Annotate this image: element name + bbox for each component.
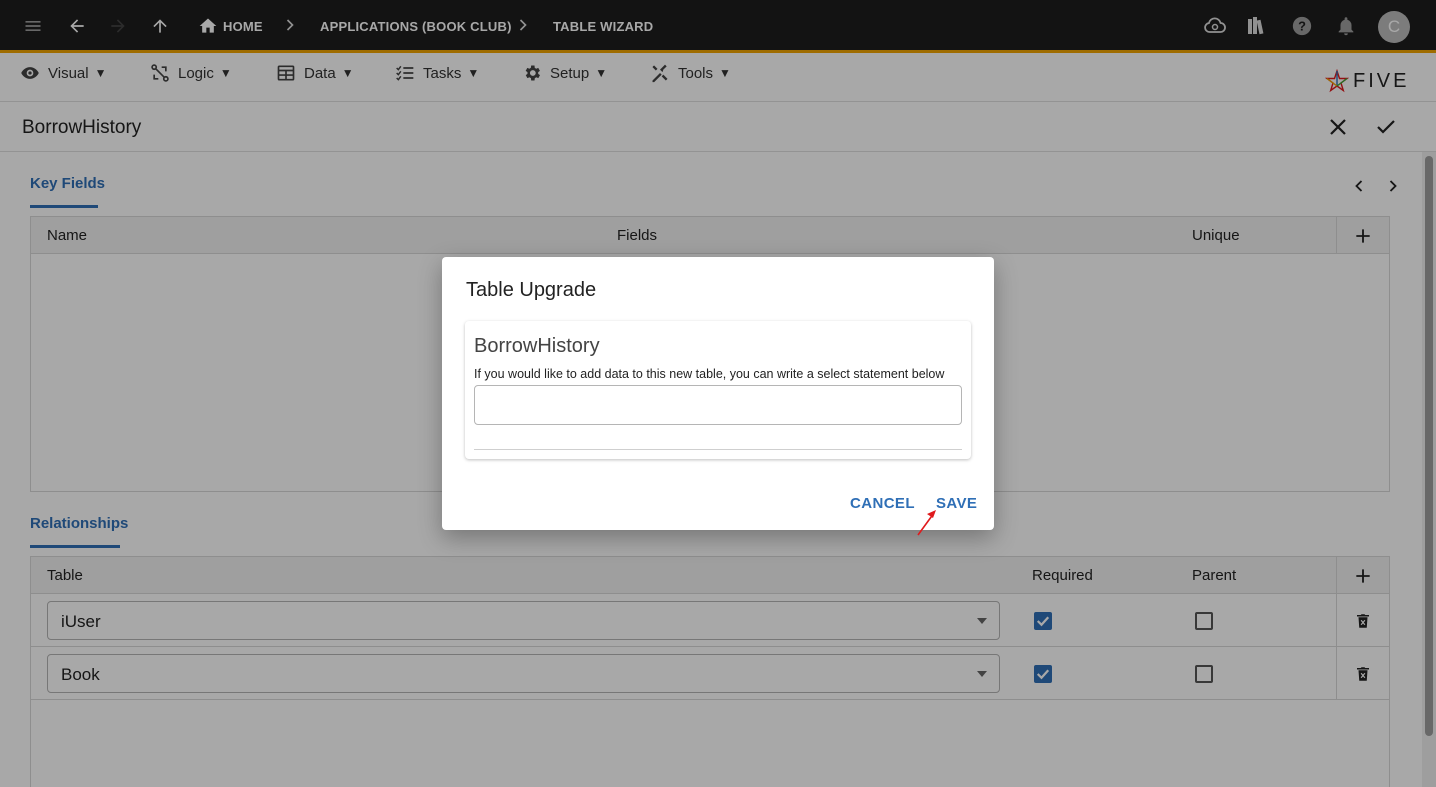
card-description: If you would like to add data to this ne… xyxy=(474,367,945,381)
select-statement-input[interactable] xyxy=(474,385,962,425)
cancel-button[interactable]: CANCEL xyxy=(850,495,915,512)
dialog-title: Table Upgrade xyxy=(466,279,597,301)
dialog-card: BorrowHistory If you would like to add d… xyxy=(465,321,971,459)
card-title: BorrowHistory xyxy=(474,335,600,357)
save-button[interactable]: SAVE xyxy=(936,495,977,512)
annotation-arrow-icon xyxy=(917,510,936,536)
card-divider xyxy=(474,449,962,450)
table-upgrade-dialog: Table Upgrade BorrowHistory If you would… xyxy=(442,257,994,530)
